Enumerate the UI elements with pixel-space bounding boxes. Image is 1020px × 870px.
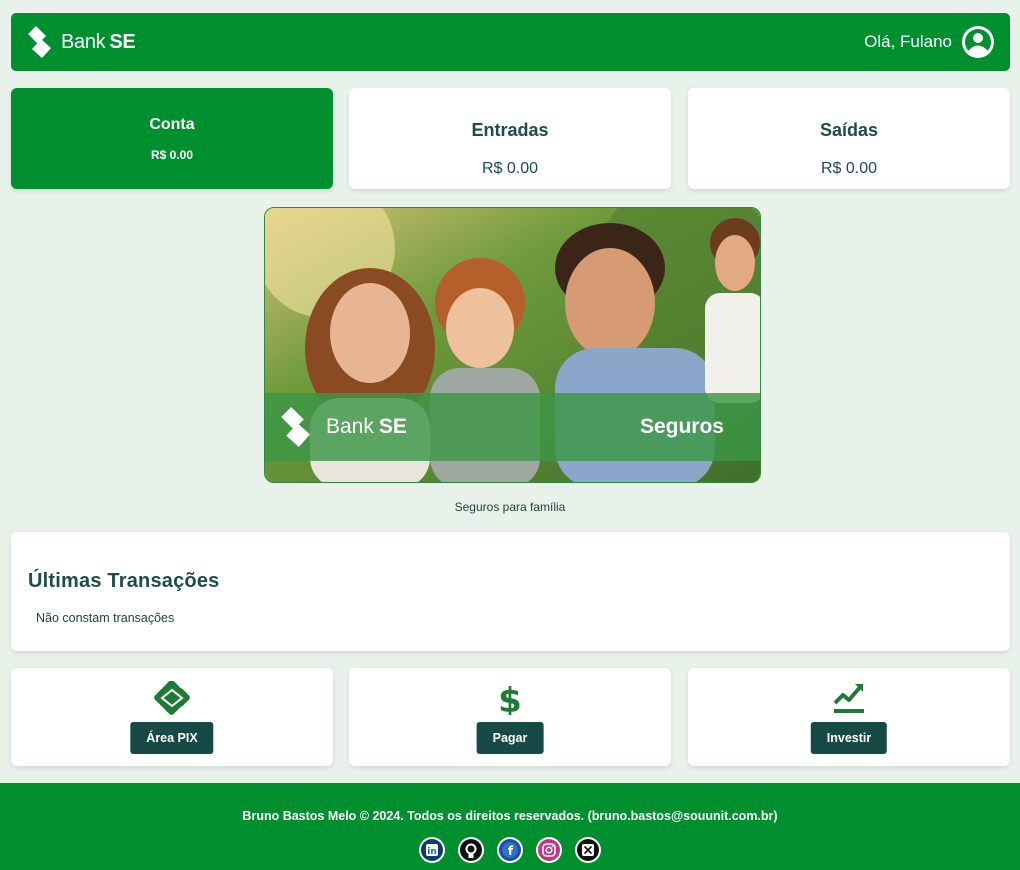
linkedin-icon: in (421, 839, 443, 861)
pay-button[interactable]: Pagar (476, 722, 544, 754)
svg-text:$: $ (498, 681, 522, 715)
transactions-empty-text: Não constam transações (36, 611, 175, 625)
income-value: R$ 0.00 (481, 160, 539, 177)
user-circle-icon[interactable] (961, 25, 995, 59)
brand-name-bold: SE (109, 30, 136, 53)
linkedin-link[interactable]: in (419, 837, 445, 863)
banner-label: Seguros (639, 415, 724, 438)
svg-text:f: f (508, 844, 514, 858)
banner-brand: Bank SE (280, 407, 407, 447)
github-icon (460, 839, 482, 861)
page-footer: Bruno Bastos Melo © 2024. Todos os direi… (0, 783, 1020, 870)
pix-area-button[interactable]: Área PIX (130, 722, 214, 754)
account-value: R$ 0.00 (150, 148, 194, 162)
income-card: Entradas R$ 0.00 (349, 88, 671, 189)
expenses-card: Saídas R$ 0.00 (688, 88, 1010, 189)
chart-line-icon (833, 684, 864, 713)
github-link[interactable] (458, 837, 484, 863)
account-balance-card: Conta R$ 0.00 (11, 88, 333, 189)
footer-copyright: Bruno Bastos Melo © 2024. Todos os direi… (242, 809, 778, 823)
insurance-banner[interactable]: Bank SE Seguros (264, 207, 761, 483)
banner-overlay: Bank SE Seguros (265, 393, 760, 461)
income-title: Entradas (471, 120, 549, 140)
banner-caption: Seguros para família (454, 500, 566, 514)
expenses-value: R$ 0.00 (820, 160, 878, 177)
expenses-title: Saídas (819, 120, 879, 140)
user-greeting: Olá, Fulano (864, 32, 952, 51)
instagram-icon (538, 839, 560, 861)
facebook-link[interactable]: f (497, 837, 523, 863)
pix-icon (154, 681, 190, 715)
transactions-panel: Últimas Transações Não constam transaçõe… (11, 532, 1010, 651)
transactions-title: Últimas Transações (28, 570, 220, 592)
x-icon (577, 839, 599, 861)
bank-logo-icon (281, 407, 310, 447)
instagram-link[interactable] (536, 837, 562, 863)
svg-text:in: in (427, 847, 437, 857)
top-header: Bank SE Olá, Fulano (11, 13, 1010, 71)
brand-logo[interactable]: Bank SE (27, 26, 136, 58)
facebook-icon: f (499, 839, 521, 861)
banner-brand-light: Bank (326, 415, 374, 438)
social-links: in f (0, 837, 1020, 863)
dollar-icon: $ (498, 681, 522, 715)
x-link[interactable] (575, 837, 601, 863)
brand-name-light: Bank (61, 30, 106, 53)
account-title: Conta (149, 116, 195, 133)
pix-card: Área PIX (11, 668, 333, 766)
invest-card: Investir (688, 668, 1010, 766)
banner-brand-bold: SE (378, 415, 407, 438)
pay-card: $ Pagar (349, 668, 671, 766)
bank-logo-icon (28, 26, 51, 58)
user-menu[interactable]: Olá, Fulano (864, 25, 995, 59)
invest-button[interactable]: Investir (810, 722, 888, 754)
